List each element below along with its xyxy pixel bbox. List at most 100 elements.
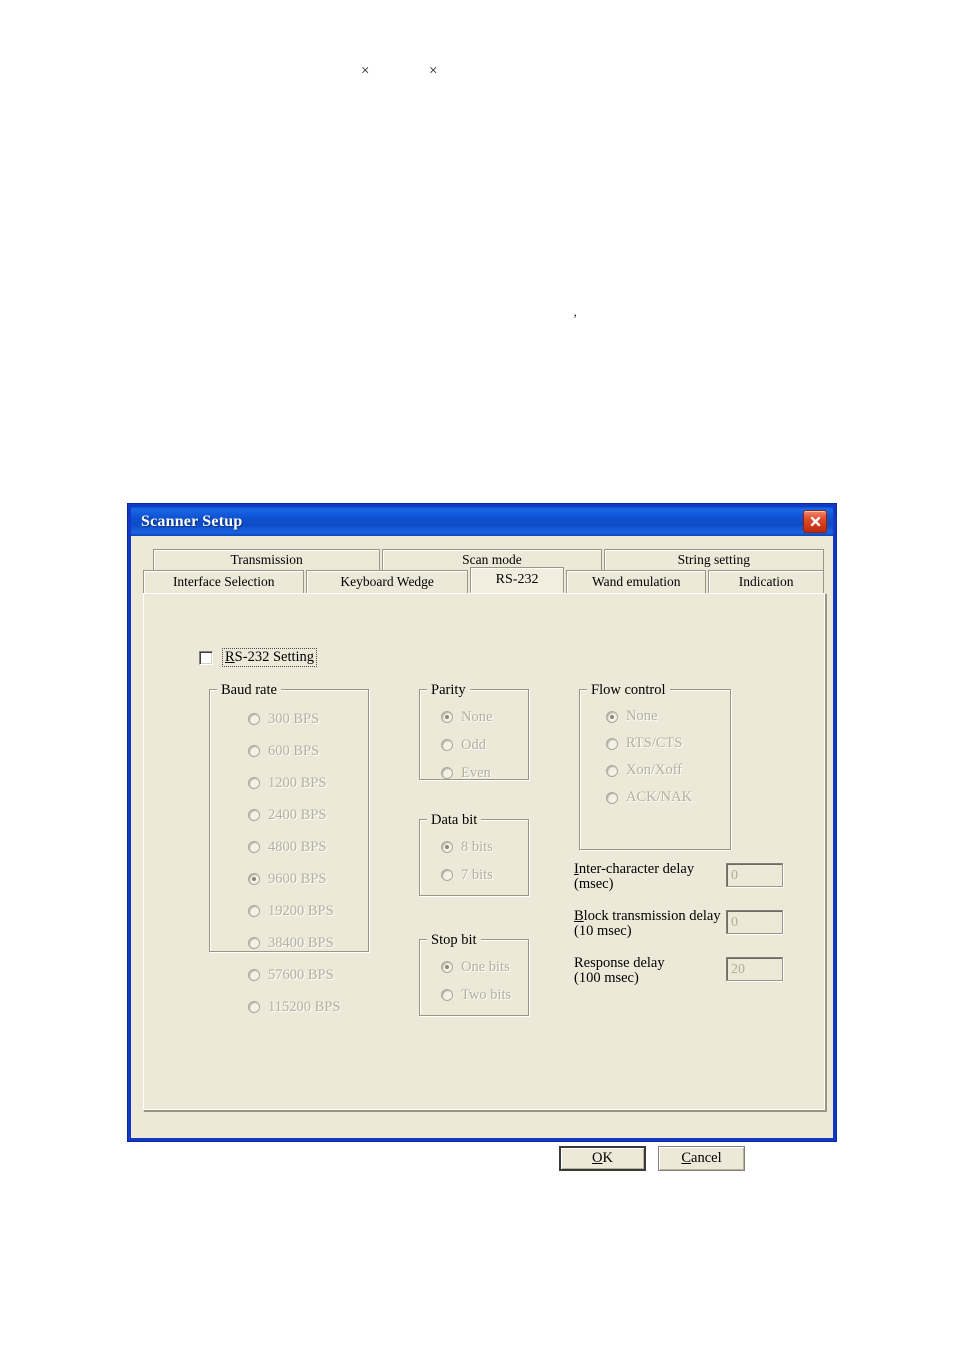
radio-data-bit-7[interactable]: 7 bits <box>419 861 529 889</box>
radio-label-baud-38400: 38400 BPS <box>268 934 334 951</box>
radio-baud-115200[interactable]: 115200 BPS <box>209 991 369 1023</box>
radio-baud-4800[interactable]: 4800 BPS <box>209 831 369 863</box>
tab-string-setting[interactable]: String setting <box>603 549 824 570</box>
radio-mark-baud-9600[interactable] <box>248 873 260 885</box>
radio-mark-baud-300[interactable] <box>248 713 260 725</box>
dialog-button-row: OK Cancel <box>143 1144 845 1176</box>
radio-mark-baud-4800[interactable] <box>248 841 260 853</box>
inter-character-delay-row: Inter-character delay (msec) 0 <box>574 861 783 893</box>
dialog-client-area: Transmission Scan mode String setting In… <box>134 536 830 1171</box>
radio-stop-bit-two[interactable]: Two bits <box>419 981 529 1009</box>
group-flow-control: Flow control None RTS/CTS Xon/Xoff ACK/N… <box>579 682 731 850</box>
radio-mark-stop-bit-one[interactable] <box>441 961 453 973</box>
radio-mark-baud-115200[interactable] <box>248 1001 260 1013</box>
stray-mark-apostrophe: ’ <box>573 311 578 326</box>
response-delay-text: Response delay <box>574 955 665 971</box>
radio-mark-baud-1200[interactable] <box>248 777 260 789</box>
radio-label-parity-none: None <box>461 708 493 725</box>
group-data-bit-body: 8 bits 7 bits <box>419 819 529 896</box>
radio-mark-baud-2400[interactable] <box>248 809 260 821</box>
radio-baud-1200[interactable]: 1200 BPS <box>209 767 369 799</box>
radio-mark-parity-none[interactable] <box>441 711 453 723</box>
group-stop-bit: Stop bit One bits Two bits <box>419 932 529 1016</box>
radio-baud-2400[interactable]: 2400 BPS <box>209 799 369 831</box>
radio-mark-flow-acknak[interactable] <box>606 791 618 804</box>
radio-label-baud-600: 600 BPS <box>268 742 320 759</box>
radio-mark-baud-19200[interactable] <box>248 905 260 917</box>
rs232-setting-checkbox[interactable] <box>199 650 213 665</box>
cancel-button-label: ancel <box>691 1150 722 1166</box>
radio-mark-baud-57600[interactable] <box>248 969 260 981</box>
radio-mark-flow-rtscts[interactable] <box>606 737 618 750</box>
group-data-bit: Data bit 8 bits 7 bits <box>419 812 529 896</box>
cancel-button-accel: C <box>681 1150 692 1166</box>
radio-label-baud-4800: 4800 BPS <box>268 838 327 855</box>
block-transmission-delay-accel: B <box>574 908 584 924</box>
response-delay-row: Response delay (100 msec) 20 <box>574 955 783 987</box>
radio-parity-none[interactable]: None <box>419 703 529 731</box>
group-data-bit-title: Data bit <box>427 812 482 829</box>
radio-mark-flow-xonxoff[interactable] <box>606 764 618 777</box>
radio-label-parity-even: Even <box>461 764 491 781</box>
radio-label-baud-9600: 9600 BPS <box>268 870 327 887</box>
radio-baud-300[interactable]: 300 BPS <box>209 703 369 735</box>
radio-data-bit-8[interactable]: 8 bits <box>419 833 529 861</box>
radio-mark-flow-none[interactable] <box>606 710 618 723</box>
radio-flow-acknak[interactable]: ACK/NAK <box>579 784 731 811</box>
stray-mark-x-left: × <box>361 63 370 79</box>
block-transmission-delay-input[interactable]: 0 <box>726 910 783 934</box>
inter-character-delay-input[interactable]: 0 <box>726 863 783 887</box>
tab-interface-selection[interactable]: Interface Selection <box>143 570 305 593</box>
ok-button-label: K <box>602 1150 613 1166</box>
radio-label-flow-xonxoff: Xon/Xoff <box>626 762 683 778</box>
radio-label-baud-300: 300 BPS <box>268 710 320 727</box>
radio-mark-stop-bit-two[interactable] <box>441 989 453 1001</box>
radio-label-flow-acknak: ACK/NAK <box>626 789 693 805</box>
tab-wand-emulation[interactable]: Wand emulation <box>566 570 707 593</box>
radio-flow-none[interactable]: None <box>579 703 731 730</box>
response-delay-input[interactable]: 20 <box>726 957 783 981</box>
radio-baud-38400[interactable]: 38400 BPS <box>209 927 369 959</box>
tab-panel-rs232: RS-232 Setting Baud rate 300 BPS 600 BPS… <box>143 593 826 1111</box>
cancel-button[interactable]: Cancel <box>658 1146 745 1171</box>
radio-baud-600[interactable]: 600 BPS <box>209 735 369 767</box>
radio-parity-odd[interactable]: Odd <box>419 731 529 759</box>
radio-mark-data-bit-7[interactable] <box>441 869 453 881</box>
radio-label-baud-1200: 1200 BPS <box>268 774 327 791</box>
radio-label-data-bit-7: 7 bits <box>461 866 493 883</box>
response-delay-label: Response delay (100 msec) <box>574 955 724 987</box>
radio-mark-parity-even[interactable] <box>441 767 453 779</box>
inter-character-delay-label: Inter-character delay (msec) <box>574 861 724 893</box>
radio-flow-xonxoff[interactable]: Xon/Xoff <box>579 757 731 784</box>
radio-label-flow-rtscts: RTS/CTS <box>626 735 683 751</box>
block-transmission-delay-row: Block transmission delay (10 msec) 0 <box>574 908 783 939</box>
radio-label-flow-none: None <box>626 708 658 724</box>
radio-label-stop-bit-one: One bits <box>461 958 510 975</box>
tab-transmission[interactable]: Transmission <box>153 549 381 570</box>
tab-keyboard-wedge[interactable]: Keyboard Wedge <box>306 570 468 593</box>
radio-flow-rtscts[interactable]: RTS/CTS <box>579 730 731 757</box>
stray-mark-x-right: × <box>429 63 438 79</box>
tab-rs232[interactable]: RS-232 <box>469 567 565 593</box>
inter-character-delay-units: (msec) <box>574 876 614 893</box>
rs232-setting-label[interactable]: RS-232 Setting <box>222 648 318 667</box>
radio-baud-9600[interactable]: 9600 BPS <box>209 863 369 895</box>
radio-baud-57600[interactable]: 57600 BPS <box>209 959 369 991</box>
group-stop-bit-title: Stop bit <box>427 932 481 949</box>
tab-indication[interactable]: Indication <box>708 570 824 593</box>
tab-interface-selection-label: Interface Selection <box>172 574 275 589</box>
close-icon[interactable] <box>803 510 827 533</box>
radio-mark-baud-600[interactable] <box>248 745 260 757</box>
ok-button[interactable]: OK <box>559 1146 646 1171</box>
response-delay-units: (100 msec) <box>574 970 639 987</box>
radio-label-baud-19200: 19200 BPS <box>268 902 334 919</box>
radio-mark-parity-odd[interactable] <box>441 739 453 751</box>
tab-indication-label: Indication <box>738 574 794 589</box>
radio-mark-data-bit-8[interactable] <box>441 841 453 853</box>
radio-baud-19200[interactable]: 19200 BPS <box>209 895 369 927</box>
radio-stop-bit-one[interactable]: One bits <box>419 953 529 981</box>
radio-parity-even[interactable]: Even <box>419 759 529 787</box>
radio-mark-baud-38400[interactable] <box>248 937 260 949</box>
rs232-setting-row: RS-232 Setting <box>199 648 318 667</box>
tab-transmission-label: Transmission <box>230 552 303 567</box>
